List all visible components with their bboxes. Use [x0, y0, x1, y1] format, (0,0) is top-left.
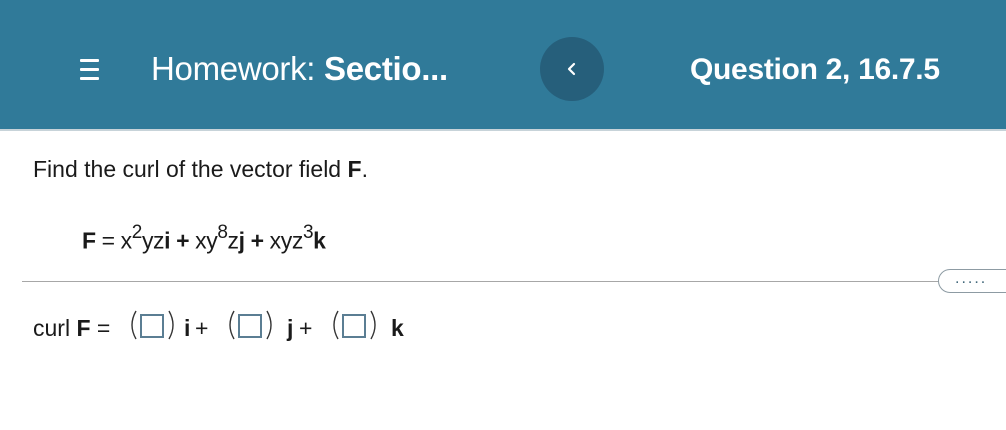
answer-label-text: curl	[33, 315, 71, 341]
previous-question-button[interactable]	[540, 37, 604, 101]
more-dots: .....	[955, 270, 988, 287]
plus-sign-2: +	[299, 315, 313, 341]
question-number-label[interactable]: Question 2, 16.7.5	[690, 50, 940, 90]
term1-base: x	[120, 227, 133, 254]
term1-rest: yz	[141, 227, 165, 254]
left-paren-3	[333, 310, 339, 340]
right-paren-3	[370, 310, 376, 340]
chevron-left-icon	[567, 62, 576, 76]
left-paren-1	[131, 310, 137, 340]
formula-plus-2: +	[244, 227, 270, 254]
unit-k-label: k	[391, 315, 404, 341]
term2-rest: z	[227, 227, 240, 254]
curl-k-component-input[interactable]	[342, 314, 366, 338]
plus-sign-1: +	[195, 315, 209, 341]
formula-plus-1: +	[170, 227, 196, 254]
left-paren-2	[229, 310, 235, 340]
right-paren-2	[266, 310, 272, 340]
term3-exponent: 3	[302, 222, 314, 243]
answer-label-field: F	[76, 315, 91, 341]
curl-i-component-input[interactable]	[140, 314, 164, 338]
hamburger-menu-icon[interactable]	[72, 52, 110, 88]
answer-label-equals: =	[90, 315, 111, 341]
question-prompt: Find the curl of the vector field F.	[33, 156, 368, 183]
term3-unit: k	[313, 227, 326, 254]
curl-j-component-input[interactable]	[238, 314, 262, 338]
term1-exponent: 2	[131, 222, 143, 243]
prompt-period: .	[361, 156, 368, 182]
term2-exponent: 8	[217, 222, 228, 243]
prompt-text: Find the curl of the vector field	[33, 156, 342, 182]
homework-title[interactable]: Homework: Sectio...	[151, 49, 448, 89]
answer-label: curl F =	[33, 315, 110, 342]
unit-j-label: j	[287, 315, 294, 341]
vector-field-formula: F = x2yzi + xy8zj + xyz3k	[82, 222, 326, 255]
unit-i-label: i	[184, 315, 191, 341]
homework-title-section: Sectio...	[324, 50, 448, 87]
top-header-bar: Homework: Sectio... Question 2, 16.7.5	[0, 0, 1006, 131]
term3-base: xyz	[269, 227, 304, 254]
formula-lhs: F	[82, 227, 96, 254]
prompt-field-name: F	[347, 156, 362, 182]
right-paren-1	[168, 310, 174, 340]
answer-row: curl F = i + j + k	[33, 306, 453, 348]
formula-equals: =	[95, 227, 121, 254]
section-divider	[22, 281, 942, 282]
expand-more-button[interactable]: .....	[938, 269, 1006, 293]
homework-title-prefix: Homework:	[151, 50, 316, 87]
term2-base: xy	[195, 227, 218, 254]
